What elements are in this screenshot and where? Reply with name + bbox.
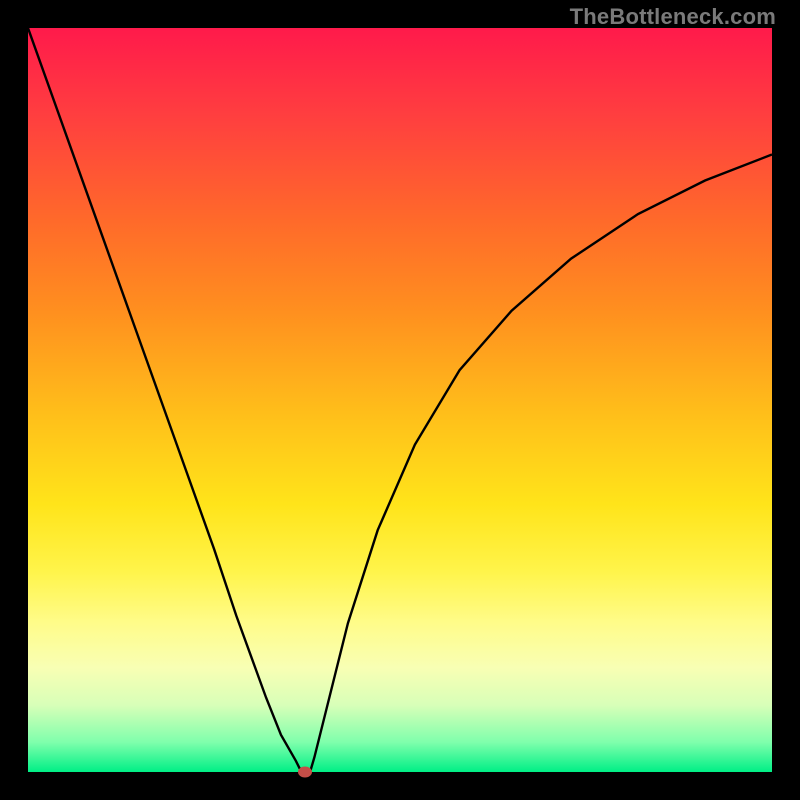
optimum-marker	[298, 767, 312, 778]
chart-container: TheBottleneck.com	[0, 0, 800, 800]
watermark-text: TheBottleneck.com	[570, 4, 776, 30]
bottleneck-curve	[28, 28, 772, 772]
curve-plot	[28, 28, 772, 772]
